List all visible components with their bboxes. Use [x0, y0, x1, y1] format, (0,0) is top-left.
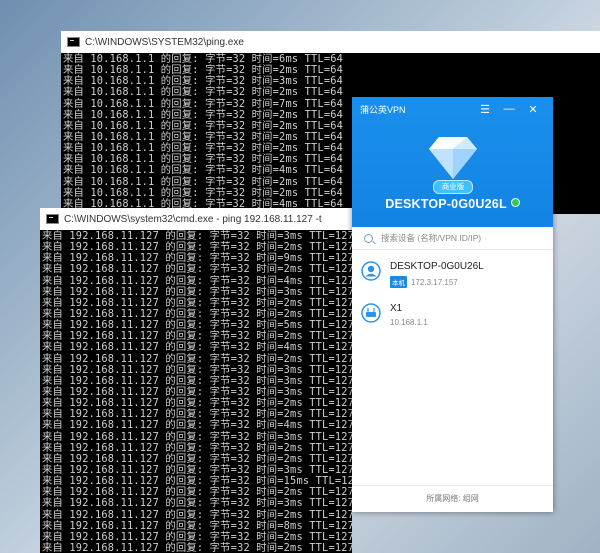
vpn-header: 蒲公英VPN ☰ — ✕ 商业版 DESKTOP-0G0U26L — [352, 97, 553, 227]
console-line: 来自 192.168.11.127 的回复: 字节=32 时间=3ms TTL=… — [42, 430, 352, 443]
device-ip: 172.3.17.157 — [411, 277, 458, 287]
console-line: 来自 192.168.11.127 的回复: 字节=32 时间=2ms TTL=… — [42, 541, 352, 553]
device-ip: 10.168.1.1 — [390, 318, 428, 327]
console-titlebar[interactable]: C:\WINDOWS\system32\cmd.exe - ping 192.1… — [40, 208, 352, 230]
console-line: 来自 192.168.11.127 的回复: 字节=32 时间=3ms TTL=… — [42, 497, 352, 510]
device-name: DESKTOP-0G0U26L — [390, 261, 484, 272]
console-titlebar[interactable]: C:\WINDOWS\SYSTEM32\ping.exe — [61, 31, 600, 53]
network-footer: 所属网络: 组网 — [352, 485, 553, 512]
close-icon[interactable]: ✕ — [521, 103, 545, 116]
search-input[interactable]: 搜索设备 (名称/VPN ID/IP) — [381, 232, 481, 244]
console-line: 来自 192.168.11.127 的回复: 字节=32 时间=4ms TTL=… — [42, 341, 352, 354]
cmd-icon — [46, 214, 59, 224]
console-line: 来自 192.168.11.127 的回复: 字节=32 时间=4ms TTL=… — [42, 419, 352, 432]
app-title: 蒲公英VPN — [360, 104, 406, 115]
online-status-icon — [510, 198, 520, 207]
console-line: 来自 192.168.11.127 的回复: 字节=32 时间=2ms TTL=… — [42, 263, 352, 276]
window-title: C:\WINDOWS\SYSTEM32\ping.exe — [85, 36, 244, 48]
user-avatar-icon — [361, 261, 381, 281]
vpn-client-window: 蒲公英VPN ☰ — ✕ 商业版 DESKTOP-0G0U26L 搜索设备 (名… — [352, 97, 553, 512]
cmd-icon — [67, 37, 80, 47]
diamond-logo-icon — [429, 137, 477, 179]
device-list-item[interactable]: DESKTOP-0G0U26L 本机 172.3.17.157 — [352, 253, 553, 295]
menu-icon[interactable]: ☰ — [473, 103, 497, 116]
console-output: 来自 192.168.11.127 的回复: 字节=32 时间=3ms TTL=… — [40, 230, 352, 553]
edition-badge: 商业版 — [433, 180, 473, 194]
console-line: 来自 192.168.11.127 的回复: 字节=32 时间=2ms TTL=… — [42, 508, 352, 521]
current-device-name: DESKTOP-0G0U26L — [352, 197, 553, 211]
search-icon — [364, 233, 373, 243]
device-search[interactable]: 搜索设备 (名称/VPN ID/IP) — [352, 227, 553, 250]
window-title: C:\WINDOWS\system32\cmd.exe - ping 192.1… — [64, 213, 322, 225]
local-device-tag: 本机 — [390, 276, 407, 288]
device-name: X1 — [390, 303, 403, 314]
minimize-icon[interactable]: — — [497, 103, 521, 115]
cmd-console-window[interactable]: C:\WINDOWS\system32\cmd.exe - ping 192.1… — [40, 208, 352, 553]
device-list-item[interactable]: X1 10.168.1.1 — [352, 295, 553, 337]
router-icon — [361, 303, 381, 323]
